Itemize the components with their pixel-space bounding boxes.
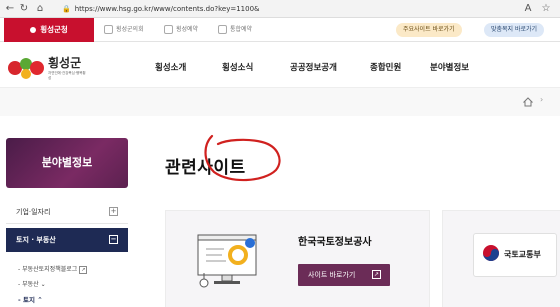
top-utility-bar: 횡성군청 횡성군의회 횡성예약 통합예약 주요사이트 바로가기 맞춤복지 바로가…: [0, 18, 560, 42]
nav-about[interactable]: 횡성소개: [155, 61, 186, 73]
browser-toolbar: ← ↻ ⌂ 🔒 https://www.hsg.go.kr/www/content…: [0, 0, 560, 18]
site-header: 횡성군 자연인에·건강복심·행복횡성 횡성소개 횡성소식 공공정보공개 종합민원…: [0, 42, 560, 88]
tab-integrated-reservation[interactable]: 통합예약: [218, 24, 252, 36]
nav-public-info[interactable]: 공공정보공개: [290, 61, 337, 73]
logo-slogan: 자연인에·건강복심·행복횡성: [48, 71, 86, 80]
nav-civil-service[interactable]: 종합민원: [370, 61, 401, 73]
tab-reservation[interactable]: 횡성예약: [164, 24, 198, 36]
lock-icon: 🔒: [62, 5, 71, 13]
refresh-icon[interactable]: ↻: [18, 3, 30, 15]
ticket-icon: [218, 25, 227, 34]
molit-logo-box: 국토교통부: [473, 233, 557, 277]
external-link-icon: ↗: [79, 266, 88, 274]
home-icon[interactable]: ⌂: [34, 3, 46, 15]
back-icon[interactable]: ←: [4, 3, 16, 15]
sidebar-item-label: 기업·일자리: [16, 208, 51, 216]
visit-site-label: 사이트 바로가기: [308, 271, 356, 279]
external-link-icon: ↗: [372, 270, 381, 279]
site-name: 국토교통부: [504, 250, 541, 259]
monitor-chart-icon: [197, 234, 257, 288]
welfare-button[interactable]: 맞춤복지 바로가기: [484, 23, 545, 37]
logo-name: 횡성군: [48, 56, 82, 70]
site-card-lx: 한국국토정보공사 사이트 바로가기 ↗: [165, 210, 430, 307]
calendar-icon: [164, 25, 173, 34]
favorite-icon[interactable]: ☆: [540, 3, 552, 15]
url-text: https://www.hsg.go.kr/www/contents.do?ke…: [74, 5, 260, 13]
main-sites-button[interactable]: 주요사이트 바로가기: [396, 23, 462, 37]
gov-tab-label: 횡성군청: [40, 25, 68, 34]
tab-council-label: 횡성군의회: [116, 26, 144, 33]
sidebar-item-jobs[interactable]: 기업·일자리 +: [6, 200, 128, 224]
tab-integrated-label: 통합예약: [230, 26, 253, 33]
logo-emblem-icon: [8, 58, 44, 79]
chevron-down-icon: ⌄: [40, 281, 46, 288]
read-aloud-icon[interactable]: A: [522, 3, 534, 15]
taegeuk-logo-icon: [483, 245, 499, 261]
site-logo[interactable]: 횡성군 자연인에·건강복심·행복횡성: [6, 52, 86, 82]
red-annotation-circle: [204, 134, 281, 182]
home-icon[interactable]: [523, 97, 533, 107]
gov-home-tab[interactable]: 횡성군청: [4, 18, 94, 42]
subitem-land[interactable]: - 토지 ⌃: [18, 294, 43, 304]
building-icon: [104, 25, 113, 34]
nav-field-info[interactable]: 분야별정보: [430, 61, 469, 73]
tab-reservation-label: 횡성예약: [176, 26, 199, 33]
tab-council[interactable]: 횡성군의회: [104, 24, 144, 36]
subitem-label: 부동산: [22, 281, 39, 288]
site-name: 한국국토정보공사: [298, 237, 372, 248]
visit-site-button[interactable]: 사이트 바로가기 ↗: [298, 264, 390, 286]
sidebar-title: 분야별정보: [6, 138, 128, 188]
subitem-blog[interactable]: - 부동산토지정책블로그 ↗: [18, 264, 88, 274]
chevron-right-icon: ›: [540, 95, 544, 104]
subitem-real-estate[interactable]: - 부동산 ⌄: [18, 279, 46, 288]
gov-logo-icon: [30, 27, 37, 33]
subitem-label: 토지: [22, 296, 35, 304]
address-bar[interactable]: 🔒 https://www.hsg.go.kr/www/contents.do?k…: [62, 2, 522, 16]
sidebar-item-land-real-estate[interactable]: 토지 · 부동산 −: [6, 228, 128, 252]
chevron-up-icon: ⌃: [37, 296, 43, 304]
site-card-molit: 국토교통부: [442, 210, 560, 307]
expand-icon[interactable]: +: [109, 207, 118, 216]
sidebar-item-label: 토지 · 부동산: [16, 236, 56, 244]
subitem-label: 부동산토지정책블로그: [22, 266, 78, 273]
nav-news[interactable]: 횡성소식: [222, 61, 253, 73]
collapse-icon[interactable]: −: [109, 235, 118, 244]
breadcrumb: ›: [0, 88, 560, 116]
